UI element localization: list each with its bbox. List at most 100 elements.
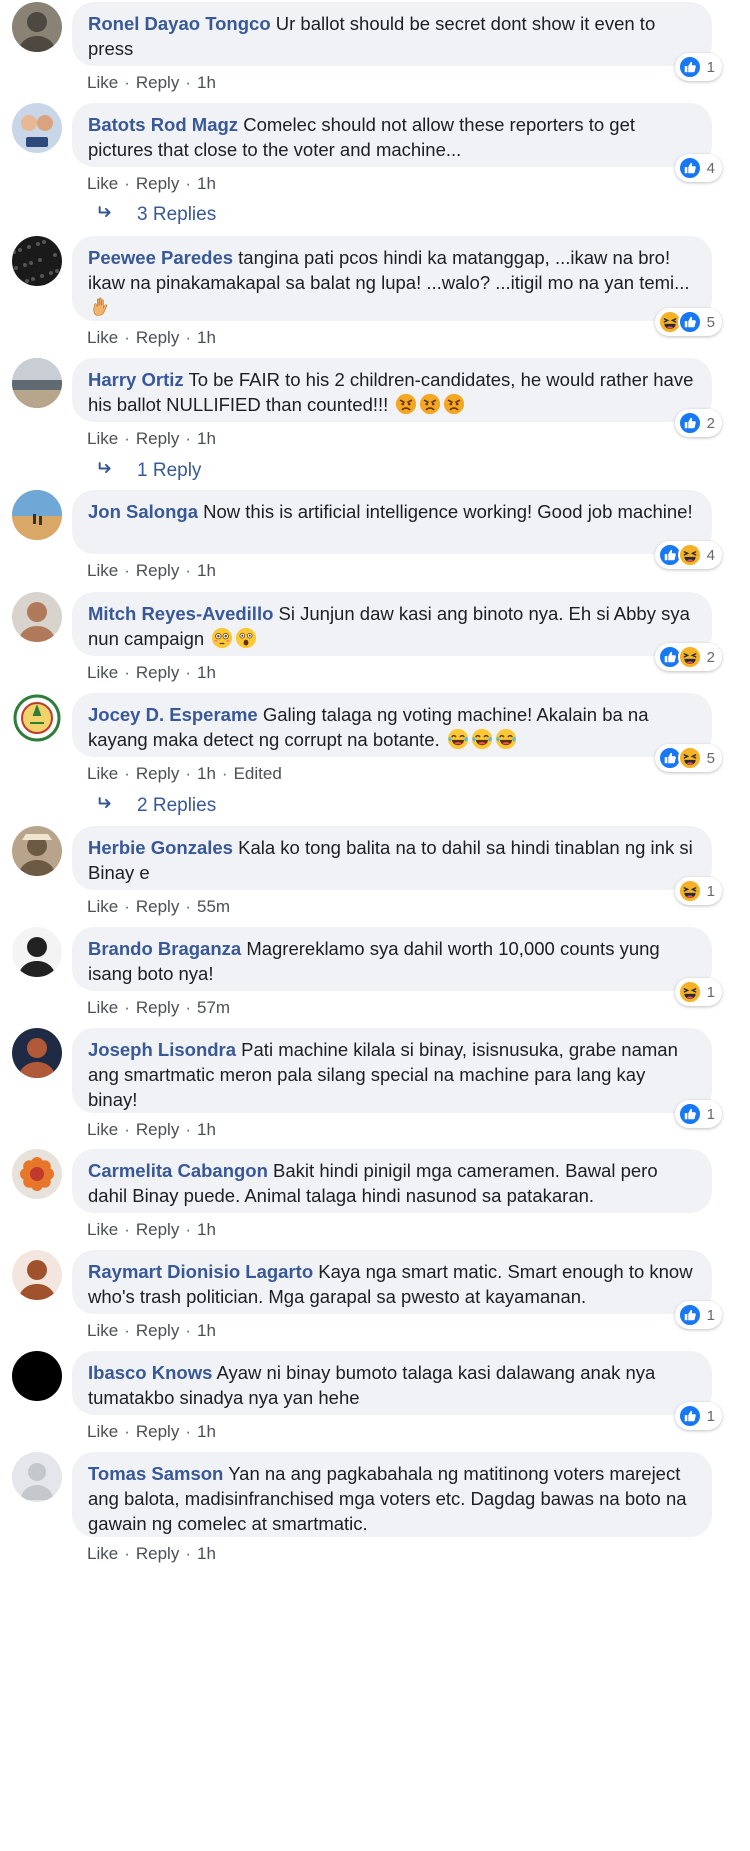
comment-author[interactable]: Herbie Gonzales xyxy=(88,837,233,858)
timestamp[interactable]: 1h xyxy=(197,764,216,783)
timestamp[interactable]: 1h xyxy=(197,561,216,580)
reply-link[interactable]: Reply xyxy=(136,897,179,916)
reply-arrow-icon xyxy=(97,458,119,484)
reply-link[interactable]: Reply xyxy=(136,1544,179,1563)
like-link[interactable]: Like xyxy=(87,1220,118,1239)
timestamp[interactable]: 1h xyxy=(197,328,216,347)
comment-author[interactable]: Jon Salonga xyxy=(88,501,198,522)
reply-link[interactable]: Reply xyxy=(136,328,179,347)
timestamp[interactable]: 1h xyxy=(197,1422,216,1441)
reaction-summary[interactable]: 4 xyxy=(674,154,722,182)
avatar[interactable] xyxy=(12,592,62,642)
angry-emoji xyxy=(444,393,465,415)
like-link[interactable]: Like xyxy=(87,1321,118,1340)
reaction-summary[interactable]: 5 xyxy=(654,308,722,336)
comment-author[interactable]: Brando Braganza xyxy=(88,938,241,959)
reply-link[interactable]: Reply xyxy=(136,1321,179,1340)
avatar[interactable] xyxy=(12,490,62,540)
reply-link[interactable]: Reply xyxy=(136,1120,179,1139)
reply-link[interactable]: Reply xyxy=(136,561,179,580)
timestamp[interactable]: 1h xyxy=(197,429,216,448)
reaction-summary[interactable]: 2 xyxy=(674,409,722,437)
reaction-summary[interactable]: 1 xyxy=(674,53,722,81)
reply-link[interactable]: Reply xyxy=(136,764,179,783)
reply-link[interactable]: Reply xyxy=(136,1422,179,1441)
comment-author[interactable]: Batots Rod Magz xyxy=(88,114,238,135)
avatar[interactable] xyxy=(12,2,62,52)
avatar[interactable] xyxy=(12,236,62,286)
separator: · xyxy=(221,764,228,783)
comment-author[interactable]: Ibasco Knows xyxy=(88,1362,212,1383)
reaction-summary[interactable]: 1 xyxy=(674,1402,722,1430)
timestamp[interactable]: 1h xyxy=(197,1321,216,1340)
avatar[interactable] xyxy=(12,1452,62,1502)
reaction-summary[interactable]: 1 xyxy=(674,877,722,905)
reaction-summary[interactable]: 1 xyxy=(674,1301,722,1329)
like-link[interactable]: Like xyxy=(87,328,118,347)
comment-bubble: Harry Ortiz To be FAIR to his 2 children… xyxy=(72,358,712,422)
comment-actions: Like · Reply · 1h xyxy=(87,662,216,684)
like-link[interactable]: Like xyxy=(87,764,118,783)
reply-link[interactable]: Reply xyxy=(136,663,179,682)
avatar[interactable] xyxy=(12,693,62,743)
reaction-summary[interactable]: 4 xyxy=(654,541,722,569)
timestamp[interactable]: 57m xyxy=(197,998,230,1017)
like-link[interactable]: Like xyxy=(87,561,118,580)
comment-author[interactable]: Carmelita Cabangon xyxy=(88,1160,268,1181)
like-link[interactable]: Like xyxy=(87,1120,118,1139)
like-link[interactable]: Like xyxy=(87,1422,118,1441)
avatar[interactable] xyxy=(12,1149,62,1199)
avatar[interactable] xyxy=(12,1028,62,1078)
comment-author[interactable]: Peewee Paredes xyxy=(88,247,233,268)
comment-actions: Like · Reply · 55m xyxy=(87,896,230,918)
comment-author[interactable]: Harry Ortiz xyxy=(88,369,184,390)
avatar[interactable] xyxy=(12,927,62,977)
like-link[interactable]: Like xyxy=(87,897,118,916)
flushed-emoji xyxy=(212,627,233,649)
comment-author[interactable]: Ronel Dayao Tongco xyxy=(88,13,271,34)
comment: Ronel Dayao Tongco Ur ballot should be s… xyxy=(0,2,750,106)
timestamp[interactable]: 1h xyxy=(197,663,216,682)
view-replies-link[interactable]: 1 Reply xyxy=(97,458,201,484)
separator: · xyxy=(124,764,130,783)
reaction-summary[interactable]: 1 xyxy=(674,1100,722,1128)
like-link[interactable]: Like xyxy=(87,73,118,92)
edited-label[interactable]: Edited xyxy=(234,764,282,783)
like-link[interactable]: Like xyxy=(87,663,118,682)
reply-link[interactable]: Reply xyxy=(136,998,179,1017)
comment: Carmelita Cabangon Bakit hindi pinigil m… xyxy=(0,1149,750,1253)
timestamp[interactable]: 1h xyxy=(197,1120,216,1139)
like-link[interactable]: Like xyxy=(87,1544,118,1563)
timestamp[interactable]: 1h xyxy=(197,174,216,193)
reply-link[interactable]: Reply xyxy=(136,429,179,448)
timestamp[interactable]: 1h xyxy=(197,1544,216,1563)
comment-bubble: Jocey D. Esperame Galing talaga ng votin… xyxy=(72,693,712,757)
reply-link[interactable]: Reply xyxy=(136,174,179,193)
reaction-count: 1 xyxy=(706,1105,715,1123)
avatar[interactable] xyxy=(12,358,62,408)
timestamp[interactable]: 1h xyxy=(197,1220,216,1239)
comment-author[interactable]: Raymart Dionisio Lagarto xyxy=(88,1261,313,1282)
comment-author[interactable]: Tomas Samson xyxy=(88,1463,223,1484)
like-link[interactable]: Like xyxy=(87,998,118,1017)
reaction-summary[interactable]: 2 xyxy=(654,643,722,671)
comment-author[interactable]: Mitch Reyes-Avedillo xyxy=(88,603,273,624)
avatar[interactable] xyxy=(12,1250,62,1300)
reaction-summary[interactable]: 5 xyxy=(654,744,722,772)
comment-author[interactable]: Joseph Lisondra xyxy=(88,1039,236,1060)
comment-bubble: Mitch Reyes-Avedillo Si Junjun daw kasi … xyxy=(72,592,712,656)
avatar[interactable] xyxy=(12,826,62,876)
reaction-summary[interactable]: 1 xyxy=(674,978,722,1006)
like-link[interactable]: Like xyxy=(87,429,118,448)
view-replies-link[interactable]: 3 Replies xyxy=(97,202,216,228)
comment-author[interactable]: Jocey D. Esperame xyxy=(88,704,258,725)
reply-link[interactable]: Reply xyxy=(136,1220,179,1239)
replies-count-label: 3 Replies xyxy=(137,204,217,225)
reply-link[interactable]: Reply xyxy=(136,73,179,92)
like-link[interactable]: Like xyxy=(87,174,118,193)
timestamp[interactable]: 55m xyxy=(197,897,230,916)
view-replies-link[interactable]: 2 Replies xyxy=(97,793,216,819)
avatar[interactable] xyxy=(12,103,62,153)
avatar[interactable] xyxy=(12,1351,62,1401)
timestamp[interactable]: 1h xyxy=(197,73,216,92)
